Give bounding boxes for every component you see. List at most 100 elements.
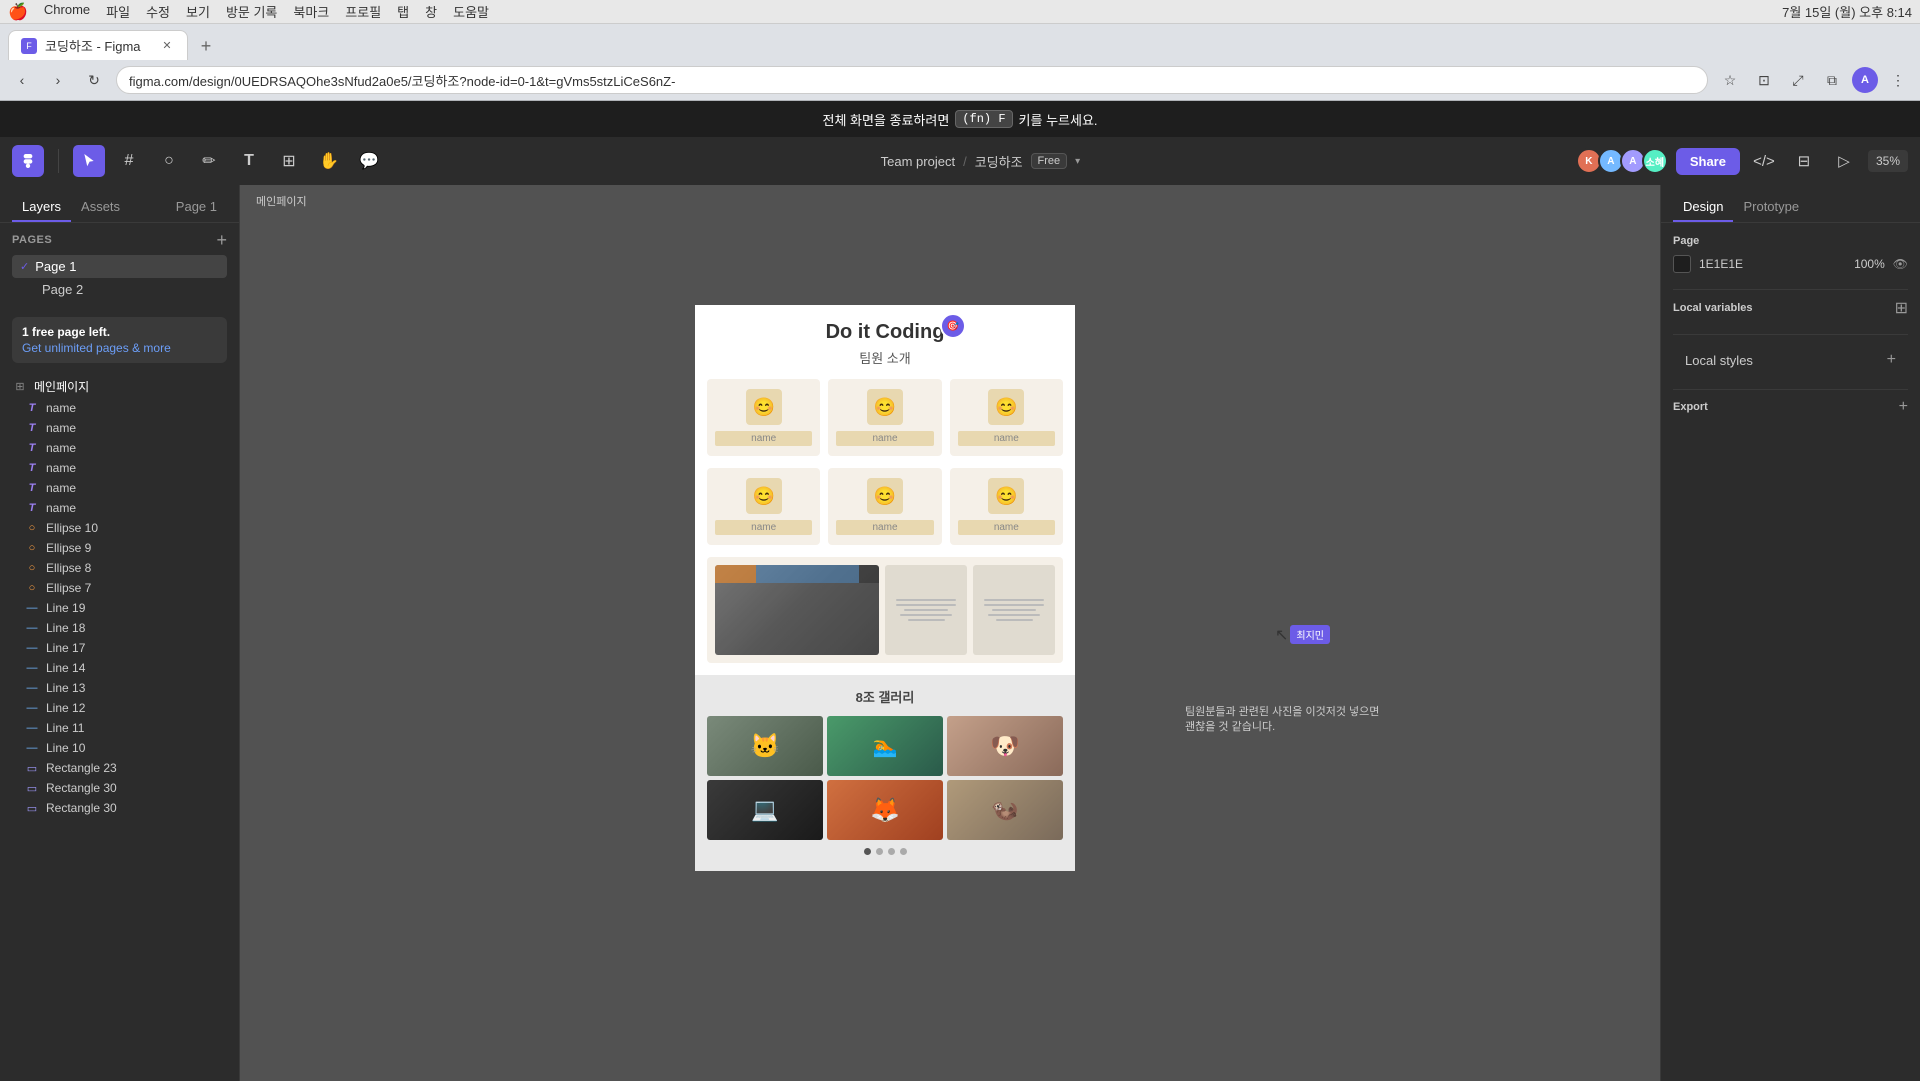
tool-hand[interactable]: ✋	[313, 145, 345, 177]
member-card-5[interactable]: 😊 name	[828, 468, 941, 545]
member-name-4: name	[715, 520, 812, 535]
mac-menu-profiles[interactable]: 프로필	[345, 2, 381, 21]
layer-line-12[interactable]: — Line 12	[0, 698, 239, 718]
zoom-level-button[interactable]: 35%	[1868, 150, 1908, 172]
gallery-dot-4[interactable]	[900, 848, 907, 855]
tab-layers[interactable]: Layers	[12, 193, 71, 222]
local-styles-add-icon[interactable]: +	[1887, 351, 1896, 369]
profile-avatar[interactable]: A	[1852, 67, 1878, 93]
mac-menu-chrome[interactable]: Chrome	[44, 2, 90, 21]
banner-shortcut: (fn) F	[955, 110, 1012, 128]
layer-ellipse-7[interactable]: ○ Ellipse 7	[0, 578, 239, 598]
member-card-2[interactable]: 😊 name	[828, 379, 941, 456]
address-input[interactable]	[116, 66, 1708, 94]
export-add-icon[interactable]: +	[1899, 398, 1908, 416]
forward-button[interactable]: ›	[44, 66, 72, 94]
code-view-icon[interactable]: </>	[1748, 145, 1780, 177]
layer-text-2[interactable]: T name	[0, 418, 239, 438]
back-button[interactable]: ‹	[8, 66, 36, 94]
bookmark-icon[interactable]: ☆	[1716, 66, 1744, 94]
new-tab-button[interactable]: +	[192, 32, 220, 60]
layer-rect-30[interactable]: ▭ Rectangle 30	[0, 778, 239, 798]
tool-component[interactable]: ⊞	[273, 145, 305, 177]
tab-design[interactable]: Design	[1673, 193, 1733, 222]
member-card-6[interactable]: 😊 name	[950, 468, 1063, 545]
gallery-dot-1[interactable]	[864, 848, 871, 855]
tool-shape[interactable]: ○	[153, 145, 185, 177]
layer-text-1[interactable]: T name	[0, 398, 239, 418]
more-icon[interactable]: ⋮	[1884, 66, 1912, 94]
local-styles-header[interactable]: Local styles +	[1673, 343, 1908, 377]
layer-text-5[interactable]: T name	[0, 478, 239, 498]
layer-line-13[interactable]: — Line 13	[0, 678, 239, 698]
tool-cursor[interactable]	[73, 145, 105, 177]
team-project-label: Team project	[881, 154, 955, 169]
layer-line-14[interactable]: — Line 14	[0, 658, 239, 678]
layer-text-3[interactable]: T name	[0, 438, 239, 458]
layer-line-11[interactable]: — Line 11	[0, 718, 239, 738]
grid-view-icon[interactable]: ⊟	[1788, 145, 1820, 177]
page-color-swatch[interactable]	[1673, 255, 1691, 273]
layer-text-4[interactable]: T name	[0, 458, 239, 478]
mac-menu-view[interactable]: 보기	[186, 2, 210, 21]
gallery-dot-2[interactable]	[876, 848, 883, 855]
layer-rect-30b[interactable]: ▭ Rectangle 30	[0, 798, 239, 818]
tab-title: 코딩하조 - Figma	[45, 36, 141, 55]
mac-menu-edit[interactable]: 수정	[146, 2, 170, 21]
free-page-link[interactable]: Get unlimited pages & more	[22, 341, 217, 355]
local-variables-header[interactable]: Local variables ⊞	[1673, 298, 1908, 318]
layer-main-group[interactable]: ⊞ 메인페이지	[0, 375, 239, 398]
layer-line-10[interactable]: — Line 10	[0, 738, 239, 758]
tool-frame[interactable]: #	[113, 145, 145, 177]
layer-line-icon-14: —	[24, 662, 40, 674]
layer-ellipse-8[interactable]: ○ Ellipse 8	[0, 558, 239, 578]
active-tab[interactable]: F 코딩하조 - Figma ✕	[8, 30, 188, 60]
layer-line-17[interactable]: — Line 17	[0, 638, 239, 658]
reload-button[interactable]: ↻	[80, 66, 108, 94]
mac-menu-help[interactable]: 도움말	[453, 2, 489, 21]
page-item-2[interactable]: Page 2	[12, 278, 227, 301]
mac-menu-tab[interactable]: 탭	[397, 2, 409, 21]
tool-pen[interactable]: ✏	[193, 145, 225, 177]
zoom-icon[interactable]: ⤢	[1784, 66, 1812, 94]
preview-line-5	[908, 619, 945, 621]
tab-prototype[interactable]: Prototype	[1733, 193, 1809, 222]
page-eye-icon[interactable]: 👁	[1893, 257, 1908, 271]
page-item-1[interactable]: ✓ Page 1	[12, 255, 227, 278]
add-page-button[interactable]: +	[216, 231, 227, 249]
layer-line-18[interactable]: — Line 18	[0, 618, 239, 638]
layer-ellipse-9[interactable]: ○ Ellipse 9	[0, 538, 239, 558]
share-button[interactable]: Share	[1676, 148, 1740, 175]
member-avatar-1: 😊	[746, 389, 782, 425]
tab-assets[interactable]: Assets	[71, 193, 130, 222]
tool-text[interactable]: T	[233, 145, 265, 177]
member-card-4[interactable]: 😊 name	[707, 468, 820, 545]
mac-menu-window[interactable]: 창	[425, 2, 437, 21]
free-page-title: 1 free page left.	[22, 325, 217, 339]
tab-page[interactable]: Page 1	[166, 193, 227, 222]
pages-header: Pages +	[12, 231, 227, 249]
mac-menu-bookmarks[interactable]: 북마크	[293, 2, 329, 21]
mac-menu-file[interactable]: 파일	[106, 2, 130, 21]
tool-comment[interactable]: 💬	[353, 145, 385, 177]
layer-text-6[interactable]: T name	[0, 498, 239, 518]
export-header[interactable]: Export +	[1673, 398, 1908, 416]
extensions-icon[interactable]: ⧉	[1818, 66, 1846, 94]
figma-logo-button[interactable]	[12, 145, 44, 177]
project-expand-icon[interactable]: ▾	[1075, 156, 1080, 167]
layer-line-19[interactable]: — Line 19	[0, 598, 239, 618]
canvas-area[interactable]: 메인페이지 🎯 Do it Coding 팀원 소개 😊 name 😊 name…	[240, 185, 1660, 1081]
member-card-3[interactable]: 😊 name	[950, 379, 1063, 456]
layer-rect-23[interactable]: ▭ Rectangle 23	[0, 758, 239, 778]
tab-search-icon[interactable]: ⊡	[1750, 66, 1778, 94]
layer-ellipse-10[interactable]: ○ Ellipse 10	[0, 518, 239, 538]
member-card-1[interactable]: 😊 name	[707, 379, 820, 456]
layer-line-icon-10: —	[24, 742, 40, 754]
member-card-grid-row1: 😊 name 😊 name 😊 name	[695, 379, 1075, 468]
mac-menu-history[interactable]: 방문 기록	[226, 2, 277, 21]
play-icon[interactable]: ▷	[1828, 145, 1860, 177]
tab-close-button[interactable]: ✕	[159, 38, 175, 54]
local-variables-add-icon[interactable]: ⊞	[1895, 298, 1908, 318]
canvas-frame[interactable]: Do it Coding 팀원 소개 😊 name 😊 name 😊 name	[695, 305, 1075, 871]
gallery-dot-3[interactable]	[888, 848, 895, 855]
